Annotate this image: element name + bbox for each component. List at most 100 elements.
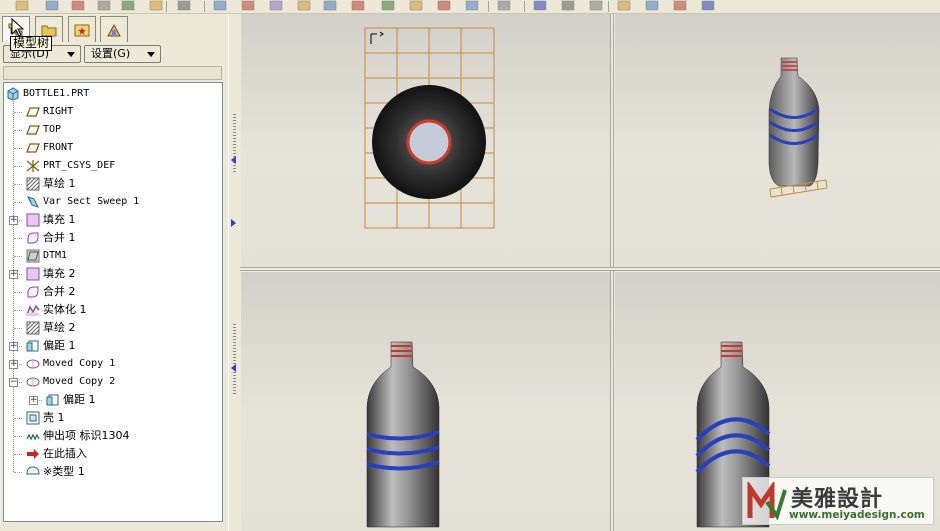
toolbar-tool-icon[interactable] <box>212 0 228 11</box>
tree-guide-line <box>14 238 22 239</box>
splitter-grip <box>233 324 236 394</box>
settings-dropdown[interactable]: 设置(G) <box>84 45 161 63</box>
tree-item-label: 实体化 1 <box>43 303 87 316</box>
toolbar-tool-icon[interactable] <box>560 0 576 11</box>
sketch-icon <box>26 321 40 335</box>
tree-guide-line <box>14 292 22 293</box>
tree-item[interactable]: 草绘 2 <box>4 319 222 337</box>
tree-item[interactable]: FRONT <box>4 139 222 157</box>
bottle-front <box>366 341 440 528</box>
tree-item[interactable]: RIGHT <box>4 103 222 121</box>
csys-icon <box>26 159 40 173</box>
tree-item[interactable]: Var Sect Sweep 1 <box>4 193 222 211</box>
tree-item[interactable]: 合并 1 <box>4 229 222 247</box>
tree-item[interactable]: + Moved Copy 1 <box>4 355 222 373</box>
toolbar-tool-icon[interactable] <box>240 0 256 11</box>
bottle-neck-opening <box>406 119 452 165</box>
tooltip-model-tree: 模型树 <box>10 36 53 51</box>
tree-item-label: 合并 2 <box>43 285 76 298</box>
toolbar-separator <box>608 1 609 12</box>
panel-splitter[interactable] <box>228 14 240 531</box>
solidify-icon <box>26 303 40 317</box>
tree-item[interactable]: 在此插入 <box>4 445 222 463</box>
tree-guide-line <box>14 436 22 437</box>
toolbar-tool-icon[interactable] <box>588 0 604 11</box>
tree-guide-line <box>14 472 22 473</box>
tree-item-label: 在此插入 <box>43 447 87 460</box>
toolbar-tool-icon[interactable] <box>44 0 60 11</box>
toolbar-tool-icon[interactable] <box>70 0 86 11</box>
tree-filter-bar[interactable] <box>3 66 222 80</box>
toolbar-tool-icon[interactable] <box>408 0 424 11</box>
tree-item[interactable]: ※类型 1 <box>4 463 222 481</box>
collapse-left-arrow-icon[interactable] <box>231 364 236 372</box>
front-view-graphics <box>366 341 440 528</box>
toolbar-tool-icon[interactable] <box>296 0 312 11</box>
settings-dropdown-label: 设置(G) <box>91 47 131 60</box>
sketch-icon <box>26 177 40 191</box>
tree-item[interactable]: 伸出项 标识1304 <box>4 427 222 445</box>
toolbar-tool-icon[interactable] <box>496 0 512 11</box>
tree-root[interactable]: BOTTLE1.PRT <box>4 85 222 103</box>
tree-item[interactable]: 实体化 1 <box>4 301 222 319</box>
expand-icon[interactable]: + <box>9 216 18 225</box>
tree-item[interactable]: DTM1 <box>4 247 222 265</box>
toolbar-tool-icon[interactable] <box>380 0 396 11</box>
tree-item-label: DTM1 <box>43 250 68 261</box>
collapse-icon[interactable]: − <box>9 378 18 387</box>
sweep-icon <box>26 195 40 209</box>
merge-icon <box>26 231 40 245</box>
tab-connections[interactable] <box>100 16 128 42</box>
tree-item[interactable]: + 填充 2 <box>4 265 222 283</box>
insert-here-icon <box>26 447 40 461</box>
viewport-isometric[interactable] <box>615 14 940 267</box>
expand-right-arrow-icon[interactable] <box>231 219 236 227</box>
expand-icon[interactable]: + <box>9 270 18 279</box>
merge-icon <box>26 285 40 299</box>
toolbar-tool-icon[interactable] <box>268 0 284 11</box>
tree-item[interactable]: 壳 1 <box>4 409 222 427</box>
viewport-divider-vertical[interactable] <box>610 14 614 531</box>
viewport-top[interactable] <box>241 14 610 267</box>
tree-item-label: 伸出项 标识1304 <box>43 429 130 442</box>
tree-item-label: FRONT <box>43 142 74 153</box>
expand-icon[interactable]: + <box>9 360 18 369</box>
tree-item-label: PRT_CSYS_DEF <box>43 160 116 171</box>
tree-item[interactable]: TOP <box>4 121 222 139</box>
tree-guide-line <box>14 166 22 167</box>
shell-icon <box>26 411 40 425</box>
viewport-front[interactable] <box>241 272 610 531</box>
toolbar-tool-icon[interactable] <box>350 0 366 11</box>
tree-item[interactable]: PRT_CSYS_DEF <box>4 157 222 175</box>
tab-favorites[interactable] <box>68 16 96 42</box>
tree-item[interactable]: + 填充 1 <box>4 211 222 229</box>
expand-icon[interactable]: + <box>9 342 18 351</box>
collapse-left-arrow-icon[interactable] <box>231 156 236 164</box>
offset-icon <box>46 393 60 407</box>
expand-icon[interactable]: + <box>29 396 38 405</box>
toolbar-tool-icon[interactable] <box>14 0 30 11</box>
viewport-divider-horizontal[interactable] <box>240 267 940 271</box>
model-tree[interactable]: BOTTLE1.PRT RIGHT TOP FRONT PRT_CSYS_DEF 草绘 … <box>3 82 223 522</box>
toolbar-tool-icon[interactable] <box>436 0 452 11</box>
toolbar-tool-icon[interactable] <box>120 0 136 11</box>
toolbar-tool-icon[interactable] <box>532 0 548 11</box>
toolbar-tool-icon[interactable] <box>148 0 164 11</box>
datum-plane-gray-icon <box>26 249 40 263</box>
tree-item[interactable]: 合并 2 <box>4 283 222 301</box>
toolbar-tool-icon[interactable] <box>644 0 660 11</box>
toolbar-tool-icon[interactable] <box>464 0 480 11</box>
toolbar-tool-icon[interactable] <box>616 0 632 11</box>
tree-item[interactable]: − Moved Copy 2 <box>4 373 222 391</box>
toolbar-tool-icon[interactable] <box>700 0 716 11</box>
toolbar-tool-icon[interactable] <box>672 0 688 11</box>
toolbar-tool-icon[interactable] <box>96 0 112 11</box>
moved-copy-icon <box>26 375 40 389</box>
tree-item[interactable]: 草绘 1 <box>4 175 222 193</box>
tree-guide-line <box>14 418 22 419</box>
toolbar-tool-icon[interactable] <box>176 0 192 11</box>
protrusion-icon <box>26 429 40 443</box>
toolbar-tool-icon[interactable] <box>322 0 338 11</box>
tree-item[interactable]: + 偏距 1 <box>4 337 222 355</box>
tree-item[interactable]: + 偏距 1 <box>4 391 222 409</box>
